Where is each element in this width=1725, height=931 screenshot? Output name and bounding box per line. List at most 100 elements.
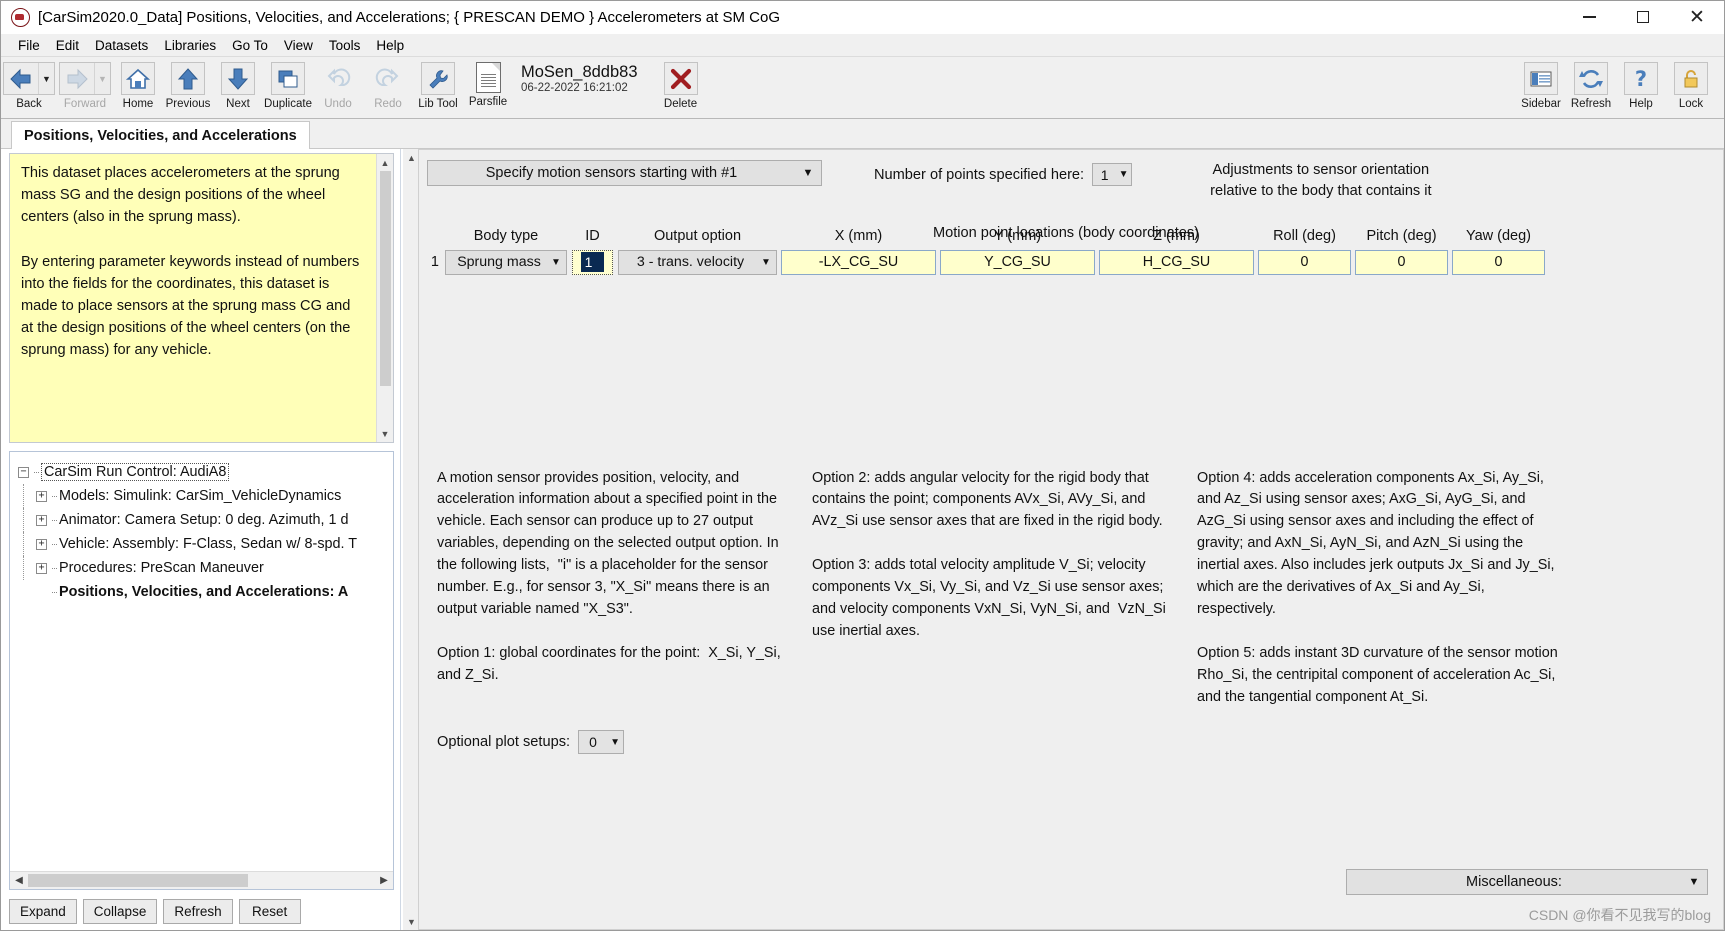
back-dropdown-icon[interactable]: ▼ [38,63,54,94]
parsfile-icon[interactable] [475,62,501,93]
collapse-button[interactable]: Collapse [82,899,158,924]
z-coordinate-input[interactable]: H_CG_SU [1099,249,1254,275]
toolbar-back[interactable]: ▼ Back [1,59,57,110]
toolbar-duplicate[interactable]: Duplicate [263,59,313,110]
toolbar-delete[interactable]: Delete [656,59,706,110]
sensor-mode-dropdown[interactable]: Specify motion sensors starting with #1 … [427,160,822,186]
sensor-id-input[interactable]: 1 [572,249,613,275]
toolbar-lock-label: Lock [1678,98,1704,110]
expand-toggle-icon[interactable]: + [36,490,47,502]
toolbar-help[interactable]: ? Help [1616,59,1666,110]
back-split-button[interactable]: ▼ [3,62,55,95]
tree-node-run-control[interactable]: − CarSim Run Control: AudiA8 [18,460,389,484]
menu-help[interactable]: Help [368,36,412,55]
minimize-icon[interactable] [1562,1,1616,34]
home-icon[interactable] [121,62,155,95]
toolbar-redo-label: Redo [374,98,402,110]
window-title: [CarSim2020.0_Data] Positions, Velocitie… [38,8,780,26]
watermark: CSDN @你看不见我写的blog [1529,905,1711,925]
tree-node-models[interactable]: + Models: Simulink: CarSim_VehicleDynami… [18,484,389,508]
menu-edit[interactable]: Edit [48,36,87,55]
plot-setups-dropdown[interactable]: 0 ▼ [578,730,625,755]
description-scrollbar[interactable]: ▲ ▼ [376,154,393,442]
chevron-down-icon: ▼ [551,256,561,268]
wrench-icon[interactable] [421,62,455,95]
menu-libraries[interactable]: Libraries [156,36,224,55]
body-type-dropdown[interactable]: Sprung mass ▼ [445,249,567,275]
yaw-input[interactable]: 0 [1452,249,1545,275]
info-column-1: A motion sensor provides position, veloc… [437,469,781,683]
sidebar-icon[interactable] [1524,62,1558,95]
menu-goto[interactable]: Go To [224,36,276,55]
maximize-icon[interactable] [1616,1,1670,34]
num-points-dropdown[interactable]: 1 ▼ [1092,163,1133,186]
menu-file[interactable]: File [10,36,48,55]
delete-x-icon[interactable] [663,62,698,95]
scroll-left-icon[interactable]: ◀ [10,872,28,889]
menu-tools[interactable]: Tools [321,36,369,55]
tab-positions-velocities-accelerations[interactable]: Positions, Velocities, and Accelerations [11,121,310,149]
body-type-value: Sprung mass [457,254,541,271]
roll-input[interactable]: 0 [1258,249,1351,275]
tree-horizontal-scrollbar[interactable]: ◀ ▶ [10,871,393,889]
parsfile-date: 06-22-2022 16:21:02 [521,81,628,94]
toolbar-forward: ▼ Forward [57,59,113,110]
expand-toggle-icon[interactable]: + [36,514,47,526]
pitch-input[interactable]: 0 [1355,249,1448,275]
refresh-icon[interactable] [1574,62,1608,95]
toolbar-sidebar-label: Sidebar [1521,98,1561,110]
expand-button[interactable]: Expand [9,899,77,924]
main-panel: Specify motion sensors starting with #1 … [418,149,1724,930]
run-control-tree: − CarSim Run Control: AudiA8 + Models: S… [9,451,394,890]
y-coordinate-input[interactable]: Y_CG_SU [940,249,1095,275]
up-arrow-icon[interactable] [171,62,205,95]
scroll-track[interactable] [376,171,393,425]
toolbar-home-label: Home [122,98,154,110]
toolbar-sidebar[interactable]: Sidebar [1516,59,1566,110]
info-column-2: Option 2: adds angular velocity for the … [812,469,1166,639]
reset-button[interactable]: Reset [238,899,301,924]
optional-plot-setups-group: Optional plot setups: 0 ▼ [419,730,1723,755]
collapse-toggle-icon[interactable]: − [18,466,29,478]
output-option-dropdown[interactable]: 3 - trans. velocity ▼ [618,249,777,275]
scroll-right-icon[interactable]: ▶ [375,872,393,889]
toolbar-previous[interactable]: Previous [163,59,213,110]
tree-node-procedures[interactable]: + Procedures: PreScan Maneuver [18,556,389,580]
sensor-table: Motion point locations (body coordinates… [419,225,1723,276]
leaf-node-icon [36,587,47,598]
plot-setups-label: Optional plot setups: [437,734,571,751]
title-bar: [CarSim2020.0_Data] Positions, Velocitie… [1,1,1724,34]
toolbar-parsfile[interactable]: Parsfile [463,59,513,108]
toolbar-lock[interactable]: Lock [1666,59,1716,110]
tree-list: − CarSim Run Control: AudiA8 + Models: S… [10,452,393,871]
tree-node-animator[interactable]: + Animator: Camera Setup: 0 deg. Azimuth… [18,508,389,532]
toolbar-home[interactable]: Home [113,59,163,110]
miscellaneous-dropdown[interactable]: Miscellaneous: ▼ [1346,869,1708,895]
menu-view[interactable]: View [276,36,321,55]
toolbar-lib-tool[interactable]: Lib Tool [413,59,463,110]
question-mark-icon[interactable]: ? [1624,62,1658,95]
description-text[interactable]: This dataset places accelerometers at th… [10,154,376,442]
tree-node-positions-velocities[interactable]: Positions, Velocities, and Accelerations… [18,580,389,604]
main-scrollbar[interactable]: ▲ ▼ [403,149,420,930]
expand-toggle-icon[interactable]: + [36,562,47,574]
toolbar-refresh[interactable]: Refresh [1566,59,1616,110]
lock-icon[interactable] [1674,62,1708,95]
row-number: 1 [430,254,439,271]
hscroll-track[interactable] [28,872,375,889]
motion-point-locations-title: Motion point locations (body coordinates… [932,224,1200,241]
scroll-down-icon[interactable]: ▼ [376,425,393,442]
expand-toggle-icon[interactable]: + [36,538,47,550]
watermark-text: @你看不见我写的blog [1572,907,1711,923]
menu-bar: File Edit Datasets Libraries Go To View … [1,34,1724,57]
duplicate-icon[interactable] [271,62,305,95]
refresh-button[interactable]: Refresh [163,899,233,924]
tree-node-vehicle[interactable]: + Vehicle: Assembly: F-Class, Sedan w/ 8… [18,532,389,556]
close-icon[interactable]: ✕ [1670,1,1724,34]
header-pitch: Pitch (deg) [1366,227,1437,244]
menu-datasets[interactable]: Datasets [87,36,156,55]
scroll-up-icon[interactable]: ▲ [376,154,393,171]
toolbar-next[interactable]: Next [213,59,263,110]
down-arrow-icon[interactable] [221,62,255,95]
x-coordinate-input[interactable]: -LX_CG_SU [781,249,936,275]
